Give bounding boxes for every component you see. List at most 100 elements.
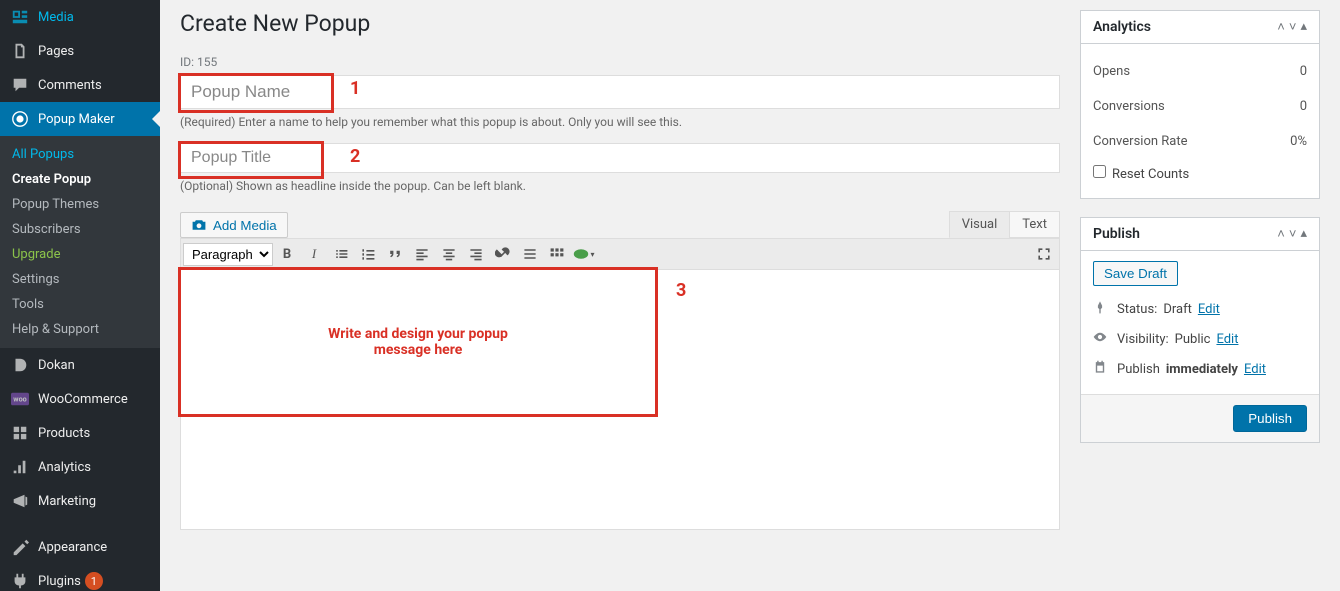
align-center-button[interactable] — [436, 241, 462, 267]
align-right-button[interactable] — [463, 241, 489, 267]
reset-counts[interactable]: Reset Counts — [1093, 167, 1189, 182]
svg-text:woo: woo — [13, 395, 26, 404]
plugins-badge: 1 — [85, 572, 103, 590]
sidebar-item-marketing[interactable]: Marketing — [0, 484, 160, 518]
visibility-edit-link[interactable]: Edit — [1216, 332, 1238, 347]
move-down-icon[interactable]: ˅ — [1289, 19, 1297, 35]
sub-upgrade[interactable]: Upgrade — [0, 242, 160, 267]
editor-wrap: Add Media Visual Text Paragraph B I — [180, 211, 1060, 530]
main-content: Create New Popup ID: 155 1 (Required) En… — [160, 0, 1340, 591]
sub-all-popups[interactable]: All Popups — [0, 142, 160, 167]
publish-button[interactable]: Publish — [1233, 405, 1307, 432]
plugins-icon — [10, 571, 30, 591]
tab-visual[interactable]: Visual — [949, 211, 1011, 238]
sub-help-support[interactable]: Help & Support — [0, 317, 160, 342]
link-button[interactable] — [490, 241, 516, 267]
sidebar-submenu: All Popups Create Popup Popup Themes Sub… — [0, 136, 160, 348]
dokan-icon — [10, 355, 30, 375]
analytics-icon — [10, 457, 30, 477]
sidebar-item-pages[interactable]: Pages — [0, 34, 160, 68]
reset-checkbox[interactable] — [1093, 165, 1106, 178]
pages-icon — [10, 41, 30, 61]
editor-toolbar: Paragraph B I ▾ — [180, 238, 1060, 270]
save-draft-button[interactable]: Save Draft — [1093, 261, 1178, 286]
conversions-label: Conversions — [1093, 99, 1165, 114]
popup-icon — [10, 109, 30, 129]
opens-label: Opens — [1093, 64, 1130, 79]
sub-tools[interactable]: Tools — [0, 292, 160, 317]
bullets-button[interactable] — [328, 241, 354, 267]
sidebar-item-plugins[interactable]: Plugins 1 — [0, 564, 160, 591]
sidebar-label: Marketing — [38, 494, 96, 509]
sidebar-label: WooCommerce — [38, 392, 128, 407]
analytics-title: Analytics — [1093, 19, 1151, 35]
admin-sidebar: Media Pages Comments Popup Maker All Pop… — [0, 0, 160, 591]
format-select[interactable]: Paragraph — [183, 243, 273, 266]
pin-icon — [1093, 300, 1111, 318]
publish-box: Publish ˄ ˅ ▴ Save Draft Status: Draft E… — [1080, 217, 1320, 443]
rate-label: Conversion Rate — [1093, 134, 1188, 149]
status-edit-link[interactable]: Edit — [1198, 302, 1220, 317]
align-left-button[interactable] — [409, 241, 435, 267]
schedule-label: Publish — [1117, 362, 1160, 377]
opens-value: 0 — [1300, 64, 1307, 79]
sidebar-item-media[interactable]: Media — [0, 0, 160, 34]
sidebar-item-analytics[interactable]: Analytics — [0, 450, 160, 484]
popup-title-input[interactable] — [180, 143, 1060, 173]
conversions-value: 0 — [1300, 99, 1307, 114]
add-media-label: Add Media — [213, 218, 277, 233]
annotation-3: 3 — [676, 280, 686, 301]
sub-settings[interactable]: Settings — [0, 267, 160, 292]
annotation-2: 2 — [350, 146, 360, 167]
sub-popup-themes[interactable]: Popup Themes — [0, 192, 160, 217]
status-value: Draft — [1163, 302, 1192, 317]
analytics-box: Analytics ˄ ˅ ▴ Opens 0 Conversions 0 Conv… — [1080, 10, 1320, 199]
sub-subscribers[interactable]: Subscribers — [0, 217, 160, 242]
sidebar-label: Pages — [38, 44, 74, 59]
popup-title-wrap: 2 — [180, 143, 1060, 173]
numbers-button[interactable] — [355, 241, 381, 267]
sidebar-item-woocommerce[interactable]: woo WooCommerce — [0, 382, 160, 416]
sidebar-item-products[interactable]: Products — [0, 416, 160, 450]
move-down-icon[interactable]: ˅ — [1289, 226, 1297, 242]
annotation-box-3: Write and design your popup message here — [178, 267, 658, 417]
calendar-icon — [1093, 360, 1111, 378]
sidebar-item-dokan[interactable]: Dokan — [0, 348, 160, 382]
toggle-icon[interactable]: ▴ — [1300, 226, 1307, 242]
visibility-value: Public — [1175, 332, 1211, 347]
popup-name-help: (Required) Enter a name to help you reme… — [180, 115, 1060, 129]
rate-value: 0% — [1290, 134, 1307, 149]
editor-body[interactable]: Write and design your popup message here… — [180, 270, 1060, 530]
products-icon — [10, 423, 30, 443]
sub-create-popup[interactable]: Create Popup — [0, 167, 160, 192]
toolbar-toggle-button[interactable] — [544, 241, 570, 267]
visibility-label: Visibility: — [1117, 332, 1169, 347]
fullscreen-button[interactable] — [1031, 241, 1057, 267]
annotation-3-text: Write and design your popup message here — [300, 326, 537, 358]
schedule-edit-link[interactable]: Edit — [1244, 362, 1266, 377]
sidebar-item-appearance[interactable]: Appearance — [0, 530, 160, 564]
eye-icon — [1093, 330, 1111, 348]
popup-name-wrap: 1 — [180, 75, 1060, 109]
move-up-icon[interactable]: ˄ — [1277, 226, 1285, 242]
add-media-button[interactable]: Add Media — [180, 212, 288, 238]
quote-button[interactable] — [382, 241, 408, 267]
shortcode-button[interactable]: ▾ — [571, 241, 597, 267]
comments-icon — [10, 75, 30, 95]
status-label: Status: — [1117, 302, 1157, 317]
camera-icon — [191, 217, 207, 233]
popup-name-input[interactable] — [180, 75, 1060, 109]
sidebar-label: Media — [38, 10, 74, 25]
move-up-icon[interactable]: ˄ — [1277, 19, 1285, 35]
toggle-icon[interactable]: ▴ — [1300, 19, 1307, 35]
page-title: Create New Popup — [180, 10, 1060, 37]
sidebar-item-comments[interactable]: Comments — [0, 68, 160, 102]
sidebar-item-popup-maker[interactable]: Popup Maker — [0, 102, 160, 136]
sidebar-label: Comments — [38, 78, 102, 93]
sidebar-label: Popup Maker — [38, 112, 115, 127]
woo-icon: woo — [10, 389, 30, 409]
tab-text[interactable]: Text — [1009, 211, 1060, 238]
bold-button[interactable]: B — [274, 241, 300, 267]
italic-button[interactable]: I — [301, 241, 327, 267]
more-button[interactable] — [517, 241, 543, 267]
